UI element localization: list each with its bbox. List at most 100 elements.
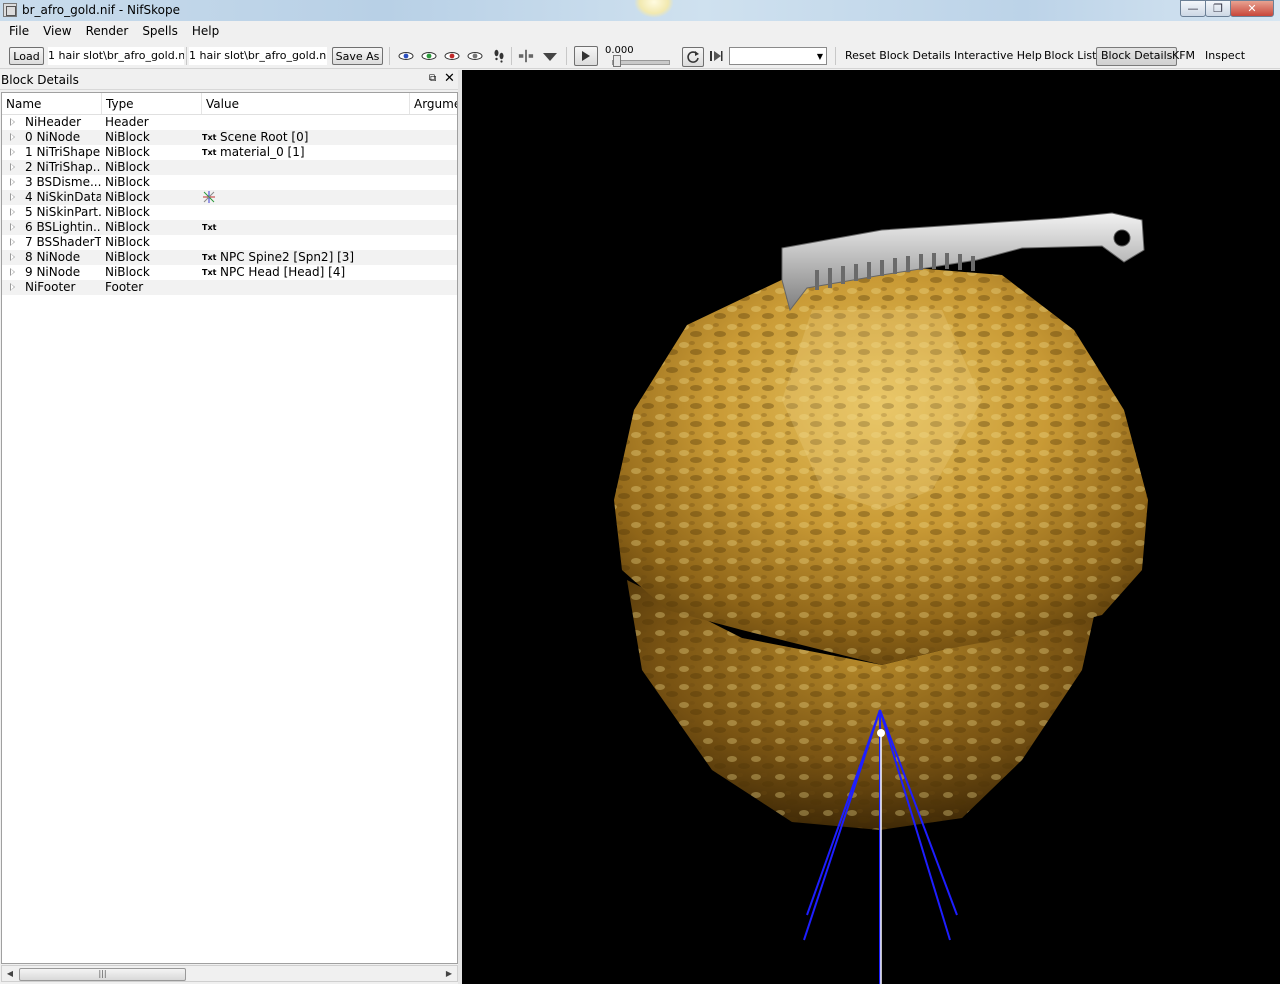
tree-row[interactable]: 5 NiSkinPart... NiBlock xyxy=(2,205,457,220)
tree-row[interactable]: 6 BSLightin... NiBlock Txt xyxy=(2,220,457,235)
animation-select[interactable]: ▼ xyxy=(729,47,827,65)
save-as-label: Save As xyxy=(335,49,380,63)
expand-arrow-icon[interactable] xyxy=(10,118,15,126)
tree-row[interactable]: 8 NiNode NiBlock Txt NPC Spine2 [Spn2] [3] xyxy=(2,250,457,265)
tree-row[interactable]: 0 NiNode NiBlock Txt Scene Root [0] xyxy=(2,130,457,145)
close-icon: ✕ xyxy=(1247,2,1257,15)
row-value: NPC Head [Head] [4] xyxy=(220,265,346,279)
column-type[interactable]: Type xyxy=(102,93,202,114)
save-path-field[interactable]: 1 hair slot\br_afro_gold.nif xyxy=(189,47,327,65)
axes-icon xyxy=(203,191,215,203)
inspect-button[interactable]: Inspect xyxy=(1205,49,1245,62)
window-title: br_afro_gold.nif - NifSkope xyxy=(22,3,181,17)
row-name: 9 NiNode xyxy=(25,265,81,279)
load-button[interactable]: Load xyxy=(9,47,44,65)
expand-arrow-icon[interactable] xyxy=(10,268,15,276)
tree-row[interactable]: NiFooter Footer xyxy=(2,280,457,295)
view-blue-eye-icon[interactable] xyxy=(398,48,414,64)
row-type: NiBlock xyxy=(105,220,150,234)
window-controls: — ❐ ✕ xyxy=(1180,0,1274,18)
tree-row[interactable]: 3 BSDisme... NiBlock xyxy=(2,175,457,190)
scroll-left-icon[interactable]: ◀ xyxy=(4,967,16,980)
separator xyxy=(511,47,512,65)
view-gray-eye-icon[interactable] xyxy=(467,48,483,64)
reset-block-details-button[interactable]: Reset Block Details xyxy=(845,49,951,62)
load-path-field[interactable]: 1 hair slot\br_afro_gold.nif xyxy=(48,47,184,65)
menu-spells[interactable]: Spells xyxy=(135,21,185,42)
separator xyxy=(566,47,567,65)
tree-header: Name Type Value Argume xyxy=(2,93,457,115)
expand-arrow-icon[interactable] xyxy=(10,178,15,186)
view-red-eye-icon[interactable] xyxy=(444,48,460,64)
wallpaper-glow xyxy=(634,0,674,18)
maximize-button[interactable]: ❐ xyxy=(1205,0,1231,17)
expand-arrow-icon[interactable] xyxy=(10,163,15,171)
column-argument[interactable]: Argume xyxy=(410,93,457,114)
close-button[interactable]: ✕ xyxy=(1230,0,1274,17)
horizontal-scrollbar[interactable]: ◀ ||| ▶ xyxy=(1,965,458,982)
row-type: NiBlock xyxy=(105,190,150,204)
footprints-icon[interactable] xyxy=(491,48,507,64)
minimize-icon: — xyxy=(1187,2,1199,15)
expand-arrow-icon[interactable] xyxy=(10,208,15,216)
minimize-button[interactable]: — xyxy=(1180,0,1206,17)
switch-animation-icon[interactable] xyxy=(708,48,724,64)
row-value: material_0 [1] xyxy=(220,145,305,159)
close-panel-icon[interactable]: ✕ xyxy=(444,72,456,86)
row-type: NiBlock xyxy=(105,265,150,279)
expand-arrow-icon[interactable] xyxy=(10,283,15,291)
column-value[interactable]: Value xyxy=(202,93,410,114)
row-type: NiBlock xyxy=(105,145,150,159)
row-name: NiHeader xyxy=(25,115,82,129)
expand-arrow-icon[interactable] xyxy=(10,148,15,156)
tree-row[interactable]: 7 BSShaderT... NiBlock xyxy=(2,235,457,250)
row-type: NiBlock xyxy=(105,175,150,189)
menu-render[interactable]: Render xyxy=(79,21,136,42)
expand-arrow-icon[interactable] xyxy=(10,223,15,231)
tree-row[interactable]: NiHeader Header xyxy=(2,115,457,130)
row-type: NiBlock xyxy=(105,130,150,144)
chevron-down-icon: ▼ xyxy=(816,52,823,61)
expand-arrow-icon[interactable] xyxy=(10,133,15,141)
row-type: NiBlock xyxy=(105,235,150,249)
render-viewport[interactable] xyxy=(462,70,1280,984)
scroll-thumb[interactable]: ||| xyxy=(19,968,186,981)
play-icon xyxy=(582,51,590,61)
expand-arrow-icon[interactable] xyxy=(10,193,15,201)
row-type: Header xyxy=(105,115,149,129)
row-name: NiFooter xyxy=(25,280,76,294)
kfm-button[interactable]: KFM xyxy=(1172,49,1195,62)
view-green-eye-icon[interactable] xyxy=(421,48,437,64)
float-panel-icon[interactable]: ⧉ xyxy=(429,74,439,84)
row-name: 8 NiNode xyxy=(25,250,81,264)
view-dropdown-icon[interactable] xyxy=(542,48,558,64)
scroll-right-icon[interactable]: ▶ xyxy=(443,967,455,980)
block-list-button[interactable]: Block List xyxy=(1044,49,1096,62)
menu-file[interactable]: File xyxy=(2,21,36,42)
restore-icon: ❐ xyxy=(1213,2,1223,15)
row-name: 3 BSDisme... xyxy=(25,175,101,189)
column-name[interactable]: Name xyxy=(2,93,102,114)
comb-hole xyxy=(1113,229,1131,247)
tree-row[interactable]: 1 NiTriShape NiBlock Txt material_0 [1] xyxy=(2,145,457,160)
tree-row[interactable]: 4 NiSkinData NiBlock xyxy=(2,190,457,205)
panel-title: Block Details xyxy=(0,70,458,90)
menu-help[interactable]: Help xyxy=(185,21,226,42)
tree-row[interactable]: 9 NiNode NiBlock Txt NPC Head [Head] [4] xyxy=(2,265,457,280)
time-slider-handle[interactable] xyxy=(613,55,621,67)
expand-arrow-icon[interactable] xyxy=(10,238,15,246)
tree-row[interactable]: 2 NiTriShap... NiBlock xyxy=(2,160,457,175)
loop-button[interactable] xyxy=(682,47,704,67)
interactive-help-button[interactable]: Interactive Help xyxy=(954,49,1042,62)
row-type: NiBlock xyxy=(105,205,150,219)
block-details-button[interactable]: Block Details xyxy=(1096,47,1178,66)
block-details-panel: Block Details ⧉ ✕ Name Type Value Argume… xyxy=(0,70,460,984)
save-as-button[interactable]: Save As xyxy=(332,47,383,65)
play-button[interactable] xyxy=(574,46,598,66)
menu-view[interactable]: View xyxy=(36,21,78,42)
block-tree: Name Type Value Argume NiHeader Header 0 N… xyxy=(1,92,458,964)
loop-icon xyxy=(687,51,699,63)
expand-arrow-icon[interactable] xyxy=(10,253,15,261)
separator xyxy=(186,47,187,65)
align-axes-icon[interactable] xyxy=(518,48,534,64)
